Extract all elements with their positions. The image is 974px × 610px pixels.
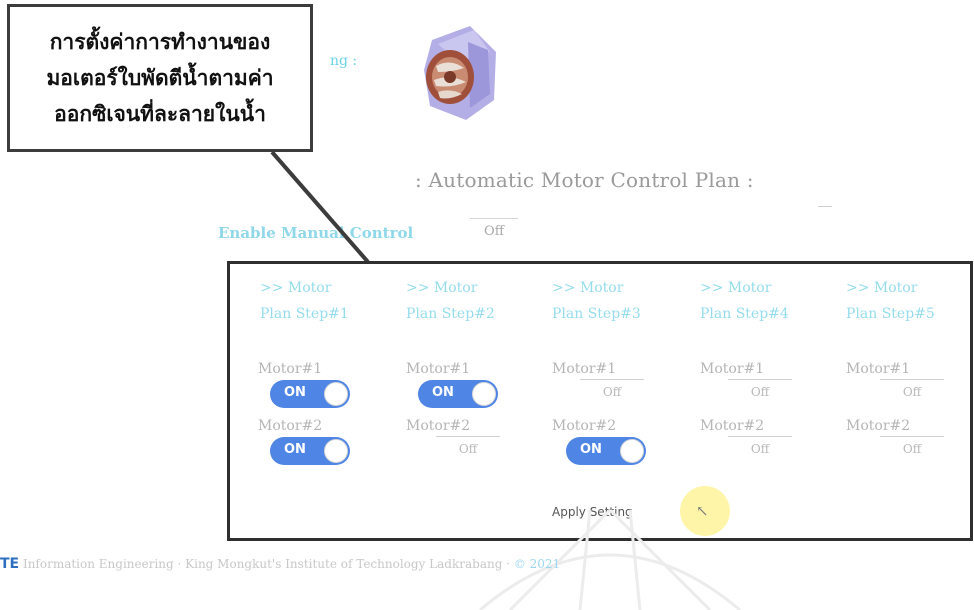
plan-step-3: >> Motor Plan Step#3 <box>552 278 682 324</box>
plan-step-2-motor1-toggle[interactable]: ON <box>418 380 498 408</box>
plan-step-2: >> Motor Plan Step#2 <box>406 278 536 324</box>
divider <box>818 206 832 207</box>
plan-step-2-title-line2: Plan Step#2 <box>406 306 495 322</box>
footer-text: Information Engineering · King Mongkut's… <box>22 557 511 571</box>
plan-step-1-motor2-label: Motor#2 <box>258 418 323 434</box>
toggle-on-text: ON <box>432 385 454 400</box>
plan-step-4-title-line1: >> Motor <box>700 280 772 296</box>
callout-line-3: ออกซิเจนที่ละลายในน้ำ <box>54 102 266 126</box>
motor-icon <box>424 26 496 120</box>
plan-step-5-title-line2: Plan Step#5 <box>846 306 935 322</box>
plan-step-1-title: >> Motor Plan Step#1 <box>260 278 390 324</box>
toggle-knob <box>324 439 348 463</box>
toggle-knob <box>324 382 348 406</box>
motor-plan-panel: >> Motor Plan Step#1 Motor#1 ON Motor#2 … <box>227 261 973 541</box>
plan-step-5-motor2-select[interactable]: Off <box>880 436 944 459</box>
plan-step-5-motor2-label: Motor#2 <box>846 418 911 434</box>
plan-step-3-title-line1: >> Motor <box>552 280 624 296</box>
plan-step-1-motor1-toggle[interactable]: ON <box>270 380 350 408</box>
plan-step-1-motor1-label: Motor#1 <box>258 361 323 377</box>
plan-step-4-motor1-select[interactable]: Off <box>728 379 792 402</box>
plan-step-2-motor2-label: Motor#2 <box>406 418 471 434</box>
plan-step-5-title-line1: >> Motor <box>846 280 918 296</box>
callout-line-1: การตั้งค่าการทำงานของ <box>49 30 271 54</box>
plan-step-2-title-line1: >> Motor <box>406 280 478 296</box>
plan-step-4-motor1-label: Motor#1 <box>700 361 765 377</box>
plan-step-3-motor1-select[interactable]: Off <box>580 379 644 402</box>
toggle-on-text: ON <box>284 442 306 457</box>
annotation-callout: การตั้งค่าการทำงานของ มอเตอร์ใบพัดตีน้ำต… <box>7 4 313 152</box>
plan-step-4-title-line2: Plan Step#4 <box>700 306 789 322</box>
apply-setting-button[interactable]: Apply Setting <box>552 505 633 519</box>
plan-step-5-title: >> Motor Plan Step#5 <box>846 278 974 324</box>
plan-step-4-motor2-label: Motor#2 <box>700 418 765 434</box>
mouse-cursor-icon: ↖ <box>696 502 709 520</box>
toggle-knob <box>472 382 496 406</box>
plan-step-4: >> Motor Plan Step#4 <box>700 278 830 324</box>
toggle-on-text: ON <box>284 385 306 400</box>
plan-step-2-motor2-select[interactable]: Off <box>436 436 500 459</box>
plan-title: : Automatic Motor Control Plan : <box>415 168 754 192</box>
plan-step-4-title: >> Motor Plan Step#4 <box>700 278 830 324</box>
plan-step-1-title-line1: >> Motor <box>260 280 332 296</box>
setting-label: ng : <box>330 53 358 69</box>
plan-step-5-motor1-label: Motor#1 <box>846 361 911 377</box>
plan-step-4-motor2-select[interactable]: Off <box>728 436 792 459</box>
toggle-knob <box>620 439 644 463</box>
plan-step-3-motor2-toggle[interactable]: ON <box>566 437 646 465</box>
te-logo: TE <box>0 556 20 572</box>
plan-step-1-motor2-toggle[interactable]: ON <box>270 437 350 465</box>
plan-step-3-motor2-label: Motor#2 <box>552 418 617 434</box>
plan-step-2-title: >> Motor Plan Step#2 <box>406 278 536 324</box>
plan-step-2-motor1-label: Motor#1 <box>406 361 471 377</box>
plan-step-1-title-line2: Plan Step#1 <box>260 306 349 322</box>
footer-link[interactable]: © 2021 <box>514 557 560 571</box>
footer: TE Information Engineering · King Mongku… <box>0 556 560 572</box>
plan-step-1: >> Motor Plan Step#1 <box>260 278 390 324</box>
plan-step-3-motor1-label: Motor#1 <box>552 361 617 377</box>
plan-step-3-title-line2: Plan Step#3 <box>552 306 641 322</box>
callout-line-2: มอเตอร์ใบพัดตีน้ำตามค่า <box>46 66 274 90</box>
manual-control-select[interactable]: Off <box>470 218 518 243</box>
plan-step-5-motor1-select[interactable]: Off <box>880 379 944 402</box>
plan-step-3-title: >> Motor Plan Step#3 <box>552 278 682 324</box>
manual-control-label: Enable Manual Control <box>218 224 414 242</box>
toggle-on-text: ON <box>580 442 602 457</box>
plan-step-5: >> Motor Plan Step#5 <box>846 278 974 324</box>
